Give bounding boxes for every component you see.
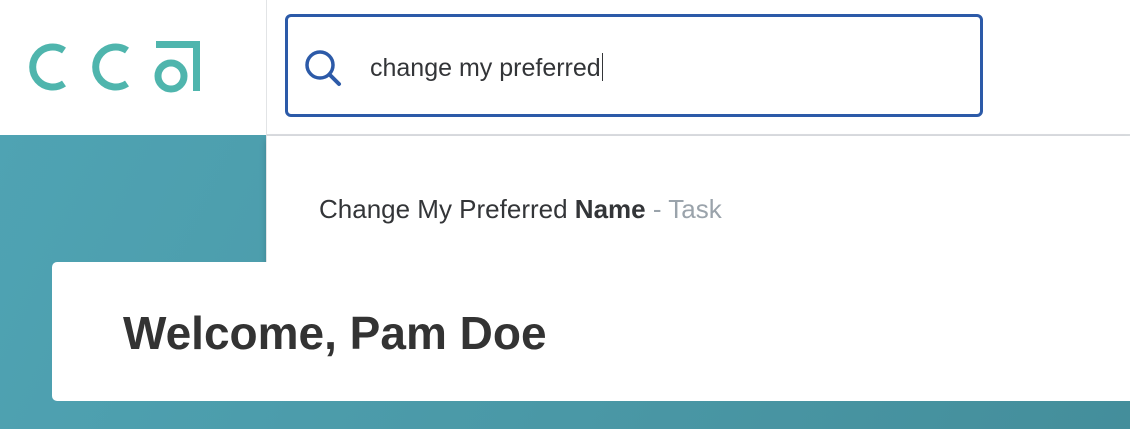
suggestion-type: - Task: [645, 194, 722, 224]
text-caret: [601, 53, 603, 81]
suggestion-match: Name: [574, 194, 646, 224]
search-input[interactable]: change my preferred: [285, 14, 983, 117]
search-suggestions-dropdown: Change My Preferred Name - Task: [266, 136, 1130, 280]
welcome-heading: Welcome, Pam Doe: [123, 307, 547, 359]
search-icon: [305, 50, 341, 86]
search-value: change my preferred: [370, 54, 601, 82]
suggestion-text: Change My Preferred: [319, 194, 575, 224]
suggestion-item[interactable]: Change My Preferred Name - Task: [319, 192, 722, 226]
search-panel: change my preferred: [266, 0, 1130, 136]
cca-logo[interactable]: [26, 36, 204, 98]
search-input-text[interactable]: change my preferred: [370, 52, 603, 84]
welcome-card: Welcome, Pam Doe: [52, 262, 1130, 401]
